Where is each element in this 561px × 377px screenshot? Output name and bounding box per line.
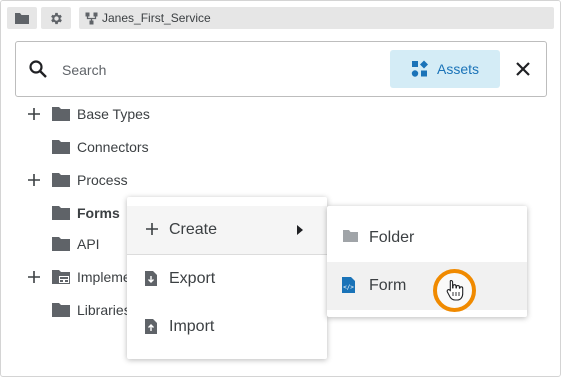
settings-button[interactable]: [41, 7, 71, 29]
close-icon[interactable]: [513, 59, 533, 79]
folder-icon: [52, 303, 70, 317]
menu-item-export[interactable]: Export: [127, 255, 327, 303]
tree-item-label: Connectors: [77, 139, 149, 155]
menu-item-import[interactable]: Import: [127, 303, 327, 351]
plus-icon: [146, 223, 158, 235]
hand-pointer-icon: [446, 279, 464, 301]
svg-text:</>: </>: [343, 284, 354, 291]
menu-item-label: Export: [169, 270, 216, 287]
folder-icon: [343, 230, 358, 242]
folder-icon: [52, 140, 70, 154]
top-toolbar: Janes_First_Service: [1, 1, 560, 34]
tree-item-label: Base Types: [77, 106, 150, 122]
submenu-item-label: Form: [369, 277, 407, 294]
menu-item-label: Create: [169, 221, 218, 238]
tree-item-label: API: [77, 236, 100, 252]
expand-plus-icon[interactable]: [27, 107, 41, 121]
implementation-folder-icon: [52, 270, 70, 284]
gear-icon: [50, 12, 62, 24]
folder-icon: [52, 107, 70, 121]
service-name: Janes_First_Service: [102, 11, 211, 25]
import-file-icon: [145, 319, 157, 334]
tree-item-label: Process: [77, 172, 128, 188]
folder-icon: [52, 237, 70, 251]
submenu-item-folder[interactable]: Folder: [327, 214, 527, 262]
service-branch-icon: [85, 12, 98, 24]
context-menu: Create Export Import: [127, 197, 327, 359]
submenu-item-form[interactable]: </> Form: [327, 262, 527, 310]
tree-item-label: Libraries: [77, 302, 131, 318]
app-window: Janes_First_Service Assets Base: [0, 0, 561, 377]
search-icon[interactable]: [28, 59, 48, 79]
create-submenu: Folder </> Form: [327, 206, 527, 317]
tree-item-label: Forms: [77, 205, 120, 221]
chevron-right-icon: [297, 225, 303, 235]
folder-icon: [15, 12, 29, 24]
search-input[interactable]: [62, 60, 362, 80]
folder-icon: [52, 173, 70, 187]
menu-item-create[interactable]: Create: [127, 206, 327, 254]
folder-icon: [52, 206, 70, 220]
form-file-icon: </>: [342, 277, 355, 293]
folder-button[interactable]: [7, 7, 37, 29]
assets-label: Assets: [436, 61, 479, 77]
expand-plus-icon[interactable]: [27, 270, 41, 284]
menu-item-label: Import: [169, 318, 215, 335]
tree-item-label: Impleme: [77, 269, 131, 285]
breadcrumb-service[interactable]: Janes_First_Service: [79, 7, 554, 29]
export-file-icon: [145, 271, 157, 286]
expand-plus-icon[interactable]: [27, 173, 41, 187]
assets-button[interactable]: Assets: [390, 50, 500, 88]
assets-shapes-icon: [411, 60, 428, 77]
submenu-item-label: Folder: [369, 229, 415, 246]
search-box: Assets: [15, 41, 547, 97]
